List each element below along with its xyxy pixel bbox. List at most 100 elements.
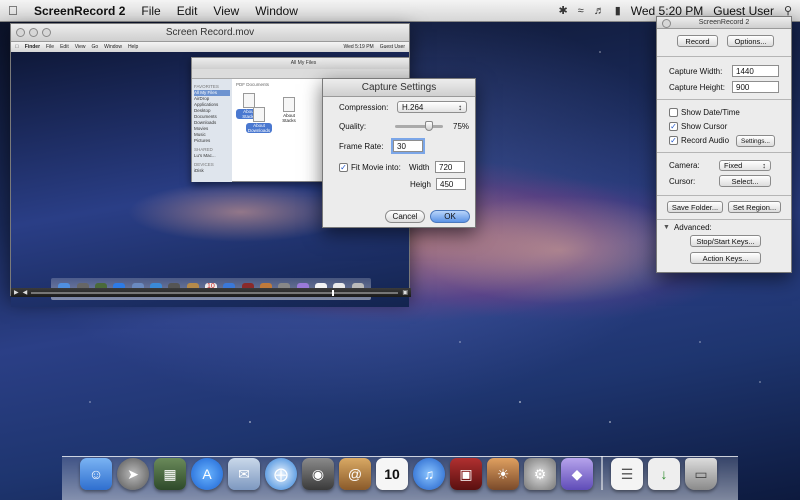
recorded-menu-edit: Edit (56, 44, 69, 50)
playback-controls: ▶ ◀ ▣ (11, 288, 411, 297)
menu-view[interactable]: View (213, 4, 239, 18)
recorded-clock: Wed 5:19 PM (343, 44, 374, 50)
set-region-button[interactable]: Set Region... (728, 201, 781, 213)
panel-title: ScreenRecord 2 (698, 19, 750, 26)
photo-booth-icon[interactable]: ▣ (450, 458, 482, 490)
camera-value: Fixed (724, 161, 743, 170)
divider (657, 152, 791, 153)
save-folder-button[interactable]: Save Folder... (667, 201, 723, 213)
options-button[interactable]: Options... (727, 35, 774, 47)
quality-label: Quality: (339, 122, 367, 131)
record-button[interactable]: Record (677, 35, 718, 47)
recorded-menu-help: Help (124, 44, 138, 50)
scrubber-knob[interactable] (332, 289, 335, 296)
preview-icon[interactable]: ◆ (561, 458, 593, 490)
quality-value: 75% (453, 122, 470, 131)
fit-movie-label: Fit Movie into: (351, 162, 401, 172)
file-name: About Downloads (246, 123, 272, 133)
mission-control-icon[interactable]: ▦ (154, 458, 186, 490)
recorded-menu-go: Go (87, 44, 98, 50)
compression-label: Compression: (339, 102, 389, 112)
facetime-icon[interactable]: ◉ (302, 458, 334, 490)
frame-rate-input[interactable]: 30 (393, 140, 423, 152)
quality-slider-knob[interactable] (425, 121, 433, 131)
playback-scrubber[interactable] (31, 289, 399, 296)
ical-icon[interactable]: 10 (376, 458, 408, 490)
capture-settings-title: Capture Settings (361, 82, 437, 93)
cursor-label: Cursor: (669, 177, 696, 186)
panel-titlebar[interactable]: ScreenRecord 2 (657, 17, 791, 29)
movie-window-titlebar[interactable]: Screen Record.mov (11, 24, 409, 42)
recorded-finder-sidebar: FAVORITES All My Files AirDrop Applicati… (192, 79, 232, 182)
minimize-icon[interactable] (29, 28, 38, 37)
capture-width-label: Capture Width: (669, 67, 723, 76)
divider (657, 219, 791, 220)
finder-icon[interactable]: ☺ (80, 458, 112, 490)
close-icon[interactable] (662, 19, 671, 28)
capture-settings-titlebar[interactable]: Capture Settings (323, 79, 475, 97)
menu-window[interactable]: Window (255, 4, 298, 18)
record-audio-checkbox[interactable]: ✓ (669, 136, 678, 145)
cursor-select-button[interactable]: Select... (719, 175, 771, 187)
recorded-menu-view: View (70, 44, 86, 50)
volume-icon[interactable]: ♬ (594, 5, 605, 17)
finder-section-label: PDF Documents (236, 82, 270, 87)
app-store-icon[interactable]: A (191, 458, 223, 490)
height-input[interactable]: 450 (436, 178, 466, 190)
compression-select[interactable]: H.264 ↕ (397, 101, 467, 113)
recorded-apple-icon:  (15, 44, 19, 50)
itunes-icon[interactable]: ♫ (413, 458, 445, 490)
recorded-finder-title: All My Files (192, 58, 409, 69)
document-icon[interactable]: ☰ (611, 458, 643, 490)
sidebar-item-idisk: iDisk (194, 168, 204, 173)
capture-settings-window: Capture Settings Compression: H.264 ↕ Qu… (322, 78, 476, 228)
volume-low-icon[interactable]: ◀ (23, 289, 28, 296)
divider (657, 195, 791, 196)
show-date-label: Show Date/Time (681, 108, 740, 117)
launchpad-icon[interactable]: ➤ (117, 458, 149, 490)
action-keys-button[interactable]: Action Keys... (690, 252, 761, 264)
mail-icon[interactable]: ✉ (228, 458, 260, 490)
fullscreen-icon[interactable]: ▣ (402, 289, 408, 296)
sidebar-item-pictures: Pictures (194, 138, 211, 143)
cancel-button[interactable]: Cancel (385, 210, 425, 223)
file-name: About Stacks (282, 113, 296, 123)
stop-start-keys-button[interactable]: Stop/Start Keys... (690, 235, 761, 247)
fit-movie-checkbox[interactable]: ✓ (339, 162, 348, 172)
address-book-icon[interactable]: @ (339, 458, 371, 490)
system-preferences-icon[interactable]: ⚙ (524, 458, 556, 490)
menu-edit[interactable]: Edit (177, 4, 198, 18)
file-item: About Downloads (246, 107, 272, 133)
close-icon[interactable] (16, 28, 25, 37)
width-input[interactable]: 720 (435, 161, 465, 173)
frame-rate-label: Frame Rate: (339, 141, 384, 151)
settings-button[interactable]: Settings... (736, 135, 775, 147)
advanced-label: Advanced: (673, 223, 712, 232)
downloads-icon[interactable]: ↓ (648, 458, 680, 490)
iphoto-icon[interactable]: ☀ (487, 458, 519, 490)
show-date-checkbox[interactable] (669, 108, 678, 117)
app-menu[interactable]: ScreenRecord 2 (34, 4, 125, 18)
play-icon[interactable]: ▶ (14, 289, 19, 296)
capture-width-input[interactable]: 1440 (732, 65, 779, 77)
ok-button[interactable]: OK (430, 210, 470, 223)
dock: ☺ ➤ ▦ A ✉ ⨁ ◉ @ 10 ♫ ▣ ☀ ⚙ ◆ ☰ ↓ ▭ (80, 450, 740, 490)
show-cursor-checkbox[interactable]: ✓ (669, 122, 678, 131)
trash-icon[interactable]: ▭ (685, 458, 717, 490)
recorded-menu-window: Window (100, 44, 122, 50)
apple-menu-icon[interactable]:  (8, 3, 22, 18)
disclosure-triangle-icon[interactable]: ▼ (663, 224, 670, 231)
wifi-icon[interactable]: ≈ (578, 5, 584, 17)
battery-icon[interactable]: ▮ (615, 4, 621, 17)
divider (657, 56, 791, 57)
capture-height-input[interactable]: 900 (732, 81, 779, 93)
safari-icon[interactable]: ⨁ (265, 458, 297, 490)
zoom-icon[interactable] (42, 28, 51, 37)
record-audio-label: Record Audio (681, 136, 730, 145)
camera-select[interactable]: Fixed ↕ (719, 160, 771, 171)
quality-slider[interactable] (395, 121, 443, 131)
menu-file[interactable]: File (141, 4, 160, 18)
sidebar-item-shared-mac: Lu's Mac... (194, 153, 216, 158)
bluetooth-icon[interactable]: ✱ (558, 4, 567, 17)
document-icon (253, 107, 265, 122)
